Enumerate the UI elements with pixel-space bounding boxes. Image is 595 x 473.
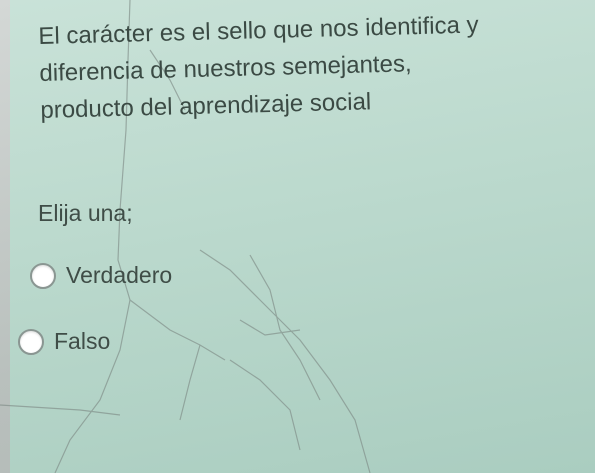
answer-prompt: Elija una;	[38, 200, 133, 226]
radio-button-icon[interactable]	[30, 262, 56, 289]
option-label: Falso	[54, 328, 111, 354]
option-falso[interactable]: Falso	[18, 328, 110, 355]
option-verdadero[interactable]: Verdadero	[30, 262, 172, 289]
radio-button-icon[interactable]	[18, 328, 44, 355]
option-label: Verdadero	[66, 262, 173, 288]
question-text: El carácter es el sello que nos identifi…	[38, 4, 581, 129]
